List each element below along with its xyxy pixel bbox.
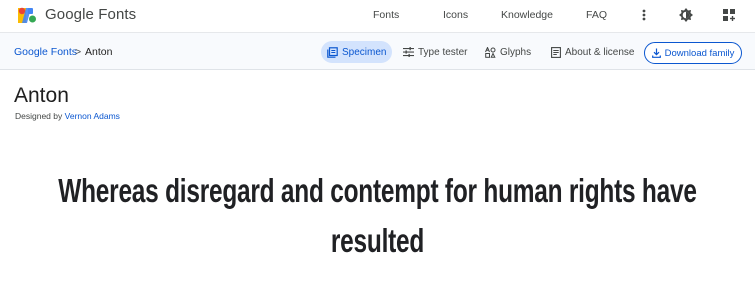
top-app-bar: Google Fonts Fonts Icons Knowledge FAQ xyxy=(0,0,755,32)
download-icon xyxy=(651,48,661,58)
theme-toggle-icon[interactable] xyxy=(678,7,694,23)
tab-glyphs[interactable]: Glyphs xyxy=(479,41,537,63)
tab-about-license[interactable]: About & license xyxy=(545,41,641,63)
tab-specimen[interactable]: Specimen xyxy=(321,41,393,63)
tab-type-tester[interactable]: Type tester xyxy=(397,41,473,63)
google-fonts-logo-icon[interactable] xyxy=(17,6,37,24)
designer-link[interactable]: Vernon Adams xyxy=(65,111,120,121)
specimen-icon xyxy=(327,46,338,58)
nav-fonts[interactable]: Fonts xyxy=(373,9,399,21)
tab-about-license-label: About & license xyxy=(565,46,635,58)
download-family-label: Download family xyxy=(664,47,735,59)
family-toolbar: Google Fonts > Anton Specimen Type teste… xyxy=(0,32,755,70)
brand-title[interactable]: Google Fonts xyxy=(45,6,136,23)
designer-credit: Designed by Vernon Adams xyxy=(15,111,120,121)
more-vert-icon[interactable] xyxy=(636,7,652,23)
specimen-text: Whereas disregard and contempt for human… xyxy=(58,172,697,259)
tab-type-tester-label: Type tester xyxy=(418,46,468,58)
apps-grid-icon[interactable] xyxy=(721,7,737,23)
glyphs-icon xyxy=(485,46,496,58)
nav-knowledge[interactable]: Knowledge xyxy=(501,9,553,21)
breadcrumb-separator: > xyxy=(75,46,82,58)
about-icon xyxy=(551,46,561,58)
tab-specimen-label: Specimen xyxy=(342,46,387,58)
breadcrumb-current: Anton xyxy=(85,46,113,58)
designed-by-prefix: Designed by xyxy=(15,111,63,121)
font-family-title: Anton xyxy=(14,84,69,107)
type-tester-icon xyxy=(403,47,414,57)
tab-glyphs-label: Glyphs xyxy=(500,46,532,58)
download-family-button[interactable]: Download family xyxy=(644,42,742,64)
nav-icons[interactable]: Icons xyxy=(443,9,468,21)
breadcrumb-root[interactable]: Google Fonts xyxy=(14,46,77,58)
nav-faq[interactable]: FAQ xyxy=(586,9,607,21)
